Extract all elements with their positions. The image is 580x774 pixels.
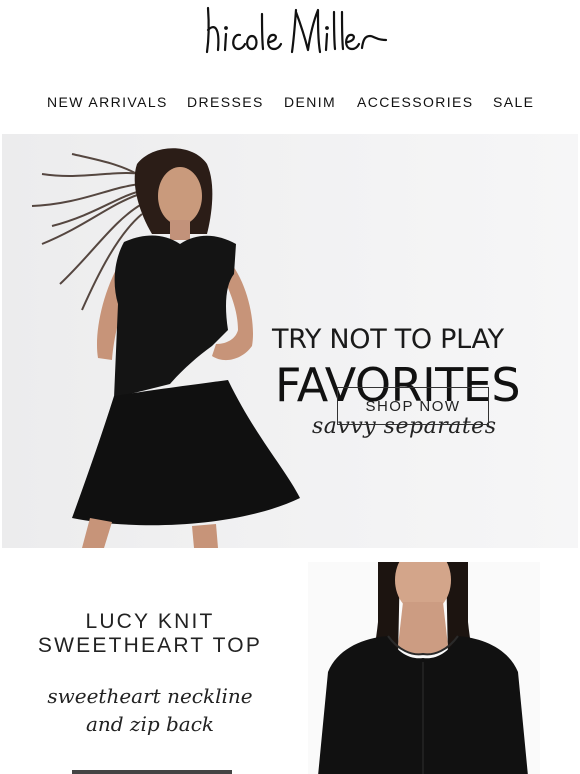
nav-denim[interactable]: DENIM bbox=[284, 94, 336, 110]
nav-dresses[interactable]: DRESSES bbox=[187, 94, 264, 110]
main-nav: NEW ARRIVALS DRESSES DENIM ACCESSORIES S… bbox=[0, 94, 580, 114]
product-image[interactable] bbox=[308, 562, 540, 774]
email-header bbox=[0, 0, 580, 72]
product-script-description: sweetheart neckline and zip back bbox=[0, 682, 300, 738]
product-feature: LUCY KNIT SWEETHEART TOP sweetheart neck… bbox=[0, 548, 580, 774]
product-shop-button[interactable] bbox=[72, 770, 232, 774]
hero-banner[interactable]: TRY NOT TO PLAY FAVORITES savvy separate… bbox=[2, 134, 578, 548]
nav-sale[interactable]: SALE bbox=[493, 94, 534, 110]
product-script-line1: sweetheart neckline bbox=[47, 684, 253, 708]
product-model-image bbox=[318, 562, 528, 774]
nav-new-arrivals[interactable]: NEW ARRIVALS bbox=[47, 94, 168, 110]
hero-headline-line1: TRY NOT TO PLAY bbox=[272, 324, 504, 355]
product-script-line2: and zip back bbox=[85, 712, 215, 736]
product-title-line2: SWEETHEART TOP bbox=[37, 634, 263, 657]
product-title[interactable]: LUCY KNIT SWEETHEART TOP bbox=[0, 610, 300, 658]
product-title-line1: LUCY KNIT bbox=[85, 610, 215, 633]
shop-now-button[interactable]: SHOP NOW bbox=[337, 387, 489, 425]
nav-accessories[interactable]: ACCESSORIES bbox=[357, 94, 474, 110]
brand-logo[interactable] bbox=[200, 2, 390, 60]
